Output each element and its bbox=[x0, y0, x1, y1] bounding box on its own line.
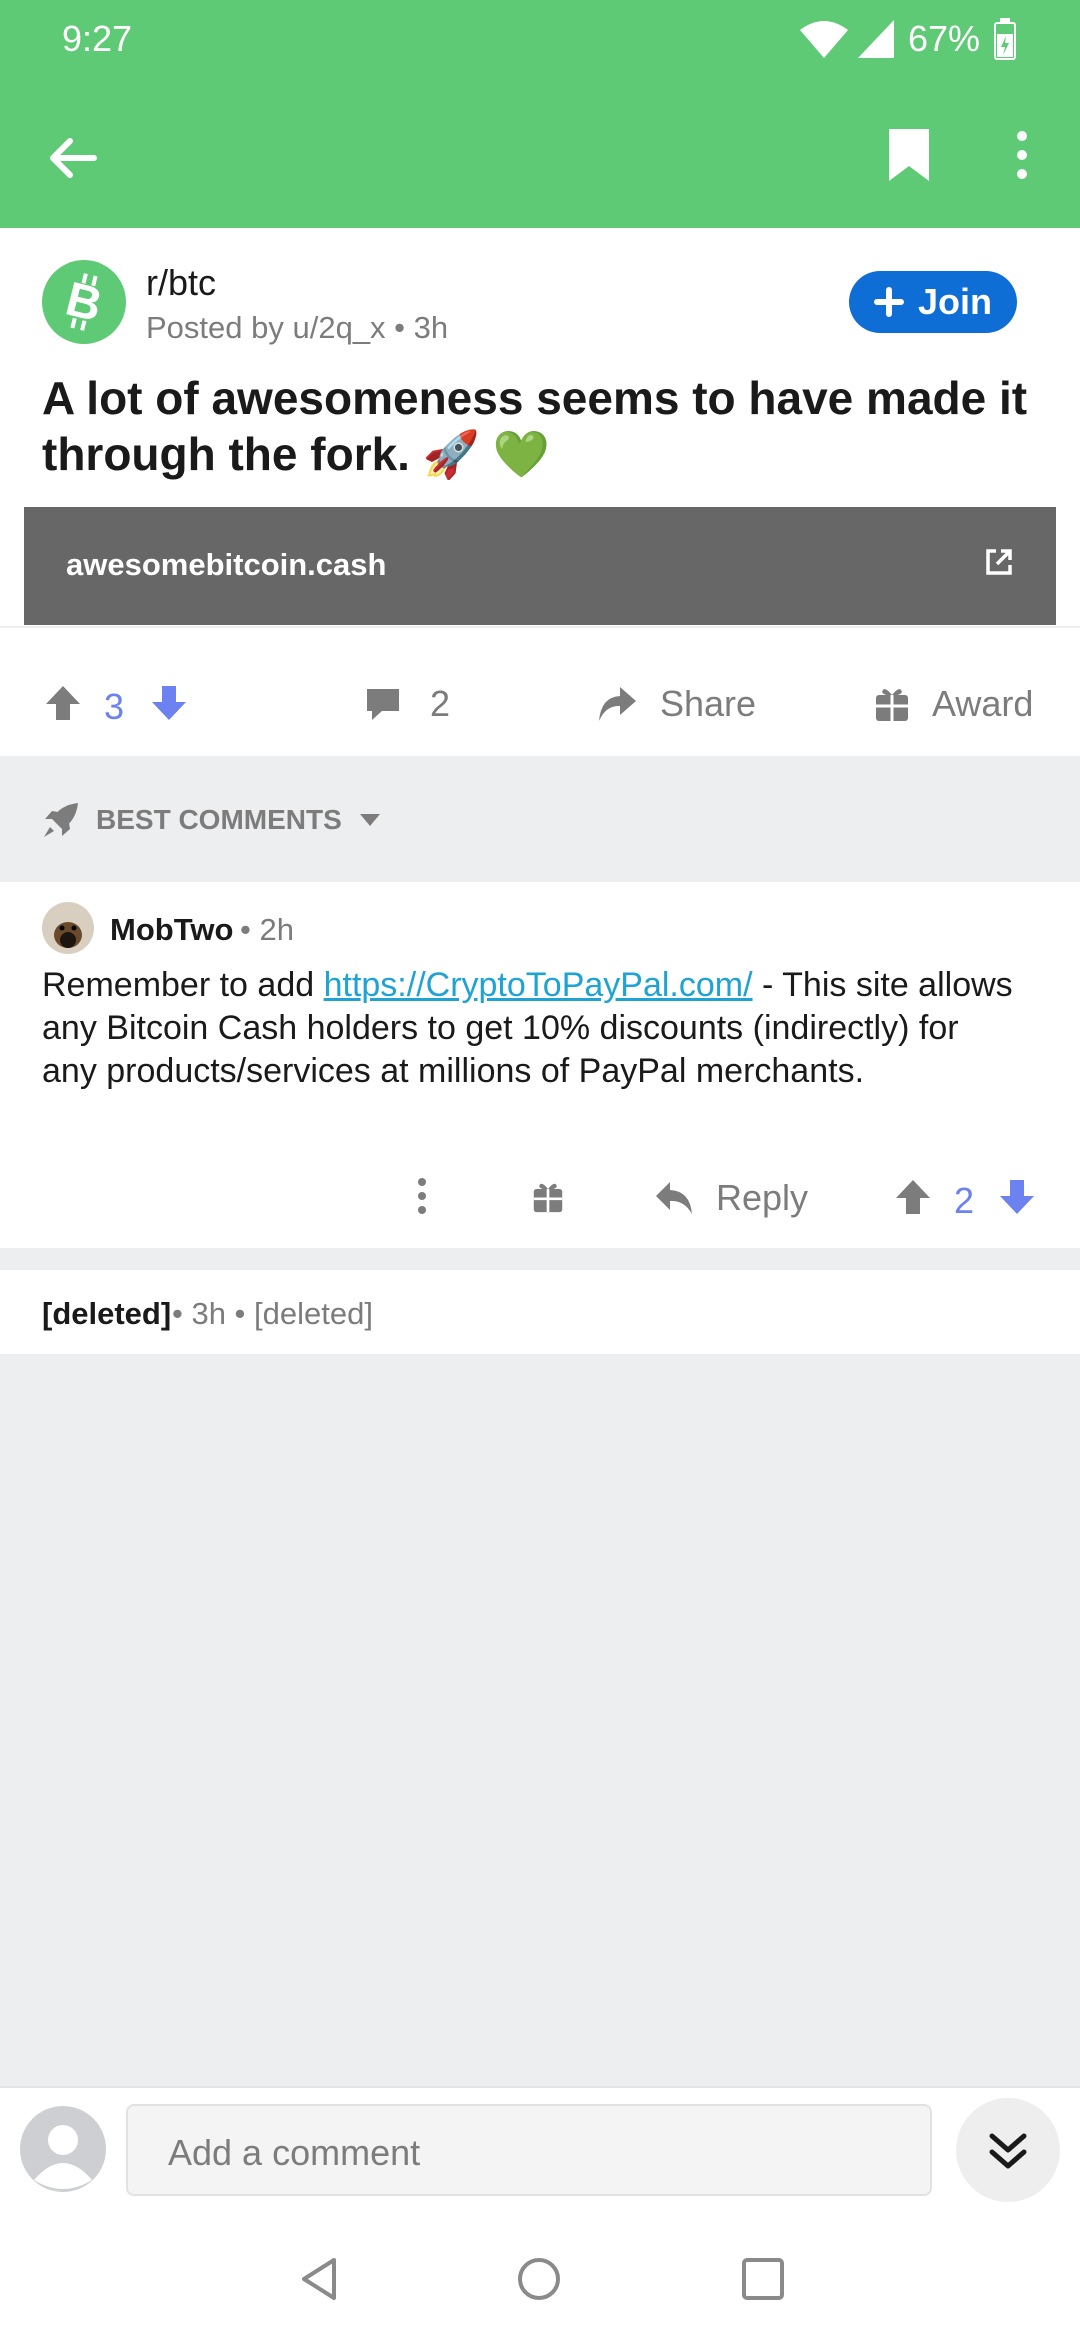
comments-button[interactable]: 2 bbox=[364, 676, 450, 732]
top-toolbar bbox=[0, 80, 1080, 228]
sort-label: BEST COMMENTS bbox=[96, 804, 342, 835]
comment-sort-button[interactable]: BEST COMMENTS bbox=[42, 798, 382, 842]
upvote-icon[interactable] bbox=[894, 1178, 932, 1216]
share-label: Share bbox=[660, 683, 757, 724]
double-chevron-down-icon bbox=[989, 2133, 1027, 2169]
user-avatar bbox=[20, 2106, 106, 2192]
reply-button[interactable]: Reply bbox=[654, 1170, 808, 1226]
divider bbox=[0, 626, 1080, 628]
gift-icon bbox=[876, 689, 908, 721]
downvote-icon[interactable] bbox=[998, 1178, 1036, 1216]
join-label: Join bbox=[917, 281, 992, 322]
arrow-left-icon[interactable] bbox=[44, 130, 100, 186]
upvote-icon[interactable] bbox=[44, 684, 82, 722]
comment-meta: • 3h • [deleted] bbox=[172, 1296, 373, 1331]
comment-count: 2 bbox=[430, 683, 451, 724]
external-link-icon bbox=[986, 549, 1012, 575]
comment-link[interactable]: https://CryptoToPayPal.com/ bbox=[324, 966, 753, 1004]
more-vertical-icon[interactable] bbox=[412, 1176, 432, 1216]
status-bar: 9:27 67% bbox=[0, 0, 1080, 80]
comment-input-placeholder: Add a comment bbox=[168, 2132, 421, 2173]
comment-body: Remember to add https://CryptoToPayPal.c… bbox=[42, 964, 1022, 1093]
award-label: Award bbox=[932, 683, 1034, 724]
battery-percent: 67% bbox=[908, 18, 981, 59]
gift-icon[interactable] bbox=[532, 1180, 564, 1214]
bookmark-icon[interactable] bbox=[886, 126, 932, 184]
avatar[interactable] bbox=[42, 902, 94, 954]
comment-input[interactable]: Add a comment bbox=[126, 2104, 932, 2196]
comment-author: [deleted] bbox=[42, 1296, 172, 1331]
reply-icon bbox=[656, 1182, 692, 1214]
share-icon bbox=[599, 687, 636, 721]
join-button[interactable]: Join bbox=[849, 271, 1017, 333]
comment-text: Remember to add bbox=[42, 966, 324, 1004]
link-domain: awesomebitcoin.cash bbox=[66, 547, 387, 582]
caret-down-icon bbox=[359, 814, 380, 826]
comment-author[interactable]: MobTwo bbox=[110, 912, 233, 948]
award-button[interactable]: Award bbox=[874, 676, 1033, 732]
post-meta: Posted by u/2q_x • 3h bbox=[146, 310, 449, 345]
nav-back-icon[interactable] bbox=[296, 2256, 342, 2302]
post-title: A lot of awesomeness seems to have made … bbox=[42, 372, 1028, 480]
nav-home-icon[interactable] bbox=[516, 2256, 562, 2302]
wifi-icon bbox=[800, 21, 848, 58]
plus-icon bbox=[873, 287, 904, 317]
more-vertical-icon[interactable] bbox=[1010, 128, 1034, 184]
share-button[interactable]: Share bbox=[596, 676, 756, 732]
comment-vote-count: 2 bbox=[954, 1180, 975, 1221]
scroll-to-next-button[interactable] bbox=[956, 2098, 1060, 2202]
comment-icon bbox=[367, 689, 399, 720]
downvote-icon[interactable] bbox=[150, 684, 188, 722]
reply-label: Reply bbox=[716, 1177, 809, 1218]
post-vote-count: 3 bbox=[104, 686, 125, 727]
battery-icon bbox=[994, 18, 1016, 60]
signal-icon bbox=[858, 20, 894, 58]
comment-time: • 2h bbox=[240, 912, 294, 947]
status-time: 9:27 bbox=[62, 18, 133, 59]
link-preview[interactable]: awesomebitcoin.cash bbox=[24, 507, 1056, 625]
subreddit-name[interactable]: r/btc bbox=[146, 262, 216, 304]
nav-recents-icon[interactable] bbox=[740, 2256, 786, 2302]
subreddit-bitcoin-icon[interactable]: B bbox=[42, 260, 126, 344]
rocket-icon bbox=[44, 803, 78, 837]
